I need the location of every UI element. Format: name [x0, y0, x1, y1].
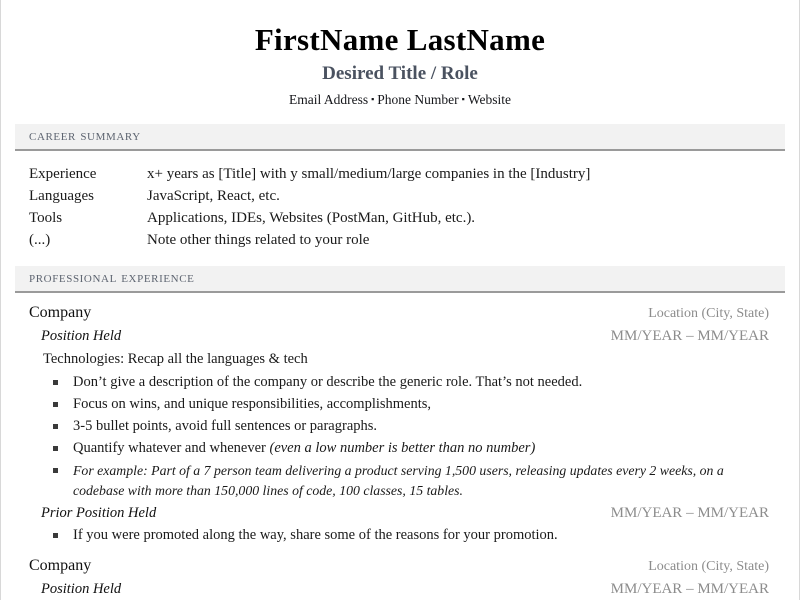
- prior-achievement-bullet-list: If you were promoted along the way, shar…: [29, 525, 769, 546]
- position-title: Position Held: [41, 581, 122, 597]
- achievement-bullet-list: Don’t give a description of the company …: [29, 372, 769, 501]
- summary-row: (...) Note other things related to your …: [29, 229, 785, 251]
- bullet-text: Don’t give a description of the company …: [73, 373, 583, 390]
- summary-row: Experience x+ years as [Title] with y sm…: [29, 163, 785, 185]
- bullet-text: If you were promoted along the way, shar…: [73, 527, 558, 544]
- square-bullet-icon: [53, 467, 58, 473]
- summary-value: x+ years as [Title] with y small/medium/…: [147, 165, 591, 182]
- contact-email: Email Address: [288, 92, 369, 108]
- list-item: Don’t give a description of the company …: [51, 372, 769, 393]
- bullet-text: Focus on wins, and unique responsibiliti…: [73, 396, 432, 413]
- position-row: Position Held MM/YEAR – MM/YEAR: [29, 327, 769, 347]
- technologies-line: Technologies: Recap all the languages & …: [43, 351, 308, 368]
- summary-row: Tools Applications, IDEs, Websites (Post…: [29, 207, 785, 229]
- bullet-text: For example: Part of a 7 person team del…: [73, 462, 724, 498]
- company-name: Company: [29, 557, 92, 575]
- contact-website: Website: [467, 92, 512, 108]
- summary-label: Experience: [29, 165, 97, 182]
- prior-position-title: Prior Position Held: [41, 504, 157, 521]
- candidate-name: FirstName LastName: [254, 22, 546, 57]
- experience-entry: Company Location (City, State) Position …: [1, 303, 799, 546]
- list-item: If you were promoted along the way, shar…: [51, 525, 769, 546]
- summary-row: Languages JavaScript, React, etc.: [29, 185, 785, 207]
- square-bullet-icon: [53, 446, 58, 452]
- square-bullet-icon: [53, 532, 58, 538]
- section-title-text: Career Summary: [29, 127, 141, 144]
- square-bullet-icon: [53, 379, 58, 385]
- contact-line: Email Address ▪ Phone Number ▪ Website: [1, 91, 799, 109]
- list-item: Focus on wins, and unique responsibiliti…: [51, 394, 769, 415]
- summary-label: Tools: [29, 209, 63, 226]
- section-header-career-summary: Career Summary: [15, 123, 785, 151]
- document-header: FirstName LastName Desired Title / Role …: [1, 0, 799, 109]
- position-dates: MM/YEAR – MM/YEAR: [610, 581, 769, 597]
- contact-separator-icon: ▪: [461, 94, 465, 105]
- bullet-text: 3-5 bullet points, avoid full sentences …: [73, 418, 378, 435]
- list-item: 3-5 bullet points, avoid full sentences …: [51, 416, 769, 437]
- square-bullet-icon: [53, 401, 58, 407]
- prior-position-row: Prior Position Held MM/YEAR – MM/YEAR: [29, 504, 769, 524]
- position-title: Position Held: [41, 327, 122, 344]
- square-bullet-icon: [53, 424, 58, 430]
- desired-title: Desired Title / Role: [322, 62, 478, 84]
- summary-label: (...): [29, 232, 51, 249]
- company-location: Location (City, State): [648, 306, 769, 322]
- company-row: Company Location (City, State): [29, 556, 769, 577]
- list-item: For example: Part of a 7 person team del…: [51, 461, 769, 501]
- prior-position-dates: MM/YEAR – MM/YEAR: [610, 504, 769, 521]
- position-dates: MM/YEAR – MM/YEAR: [610, 327, 769, 344]
- bullet-text: Quantify whatever and whenever: [73, 440, 270, 457]
- summary-value: Applications, IDEs, Websites (PostMan, G…: [147, 209, 476, 226]
- summary-label: Languages: [29, 187, 94, 204]
- experience-entry: Company Location (City, State) Position …: [1, 556, 799, 599]
- company-location: Location (City, State): [648, 559, 769, 575]
- contact-phone: Phone Number: [377, 92, 459, 108]
- bullet-text-italic: (even a low number is better than no num…: [269, 440, 536, 457]
- contact-separator-icon: ▪: [371, 94, 375, 105]
- company-row: Company Location (City, State): [29, 303, 769, 324]
- section-header-professional-experience: Professional Experience: [15, 266, 785, 294]
- summary-value: Note other things related to your role: [147, 232, 370, 249]
- summary-value: JavaScript, React, etc.: [147, 187, 280, 204]
- position-row: Position Held MM/YEAR – MM/YEAR: [29, 580, 769, 600]
- career-summary-table: Experience x+ years as [Title] with y sm…: [1, 163, 799, 252]
- section-title-text: Professional Experience: [29, 270, 195, 287]
- resume-page: FirstName LastName Desired Title / Role …: [0, 0, 800, 600]
- company-name: Company: [29, 304, 92, 322]
- list-item: Quantify whatever and whenever (even a l…: [51, 438, 769, 459]
